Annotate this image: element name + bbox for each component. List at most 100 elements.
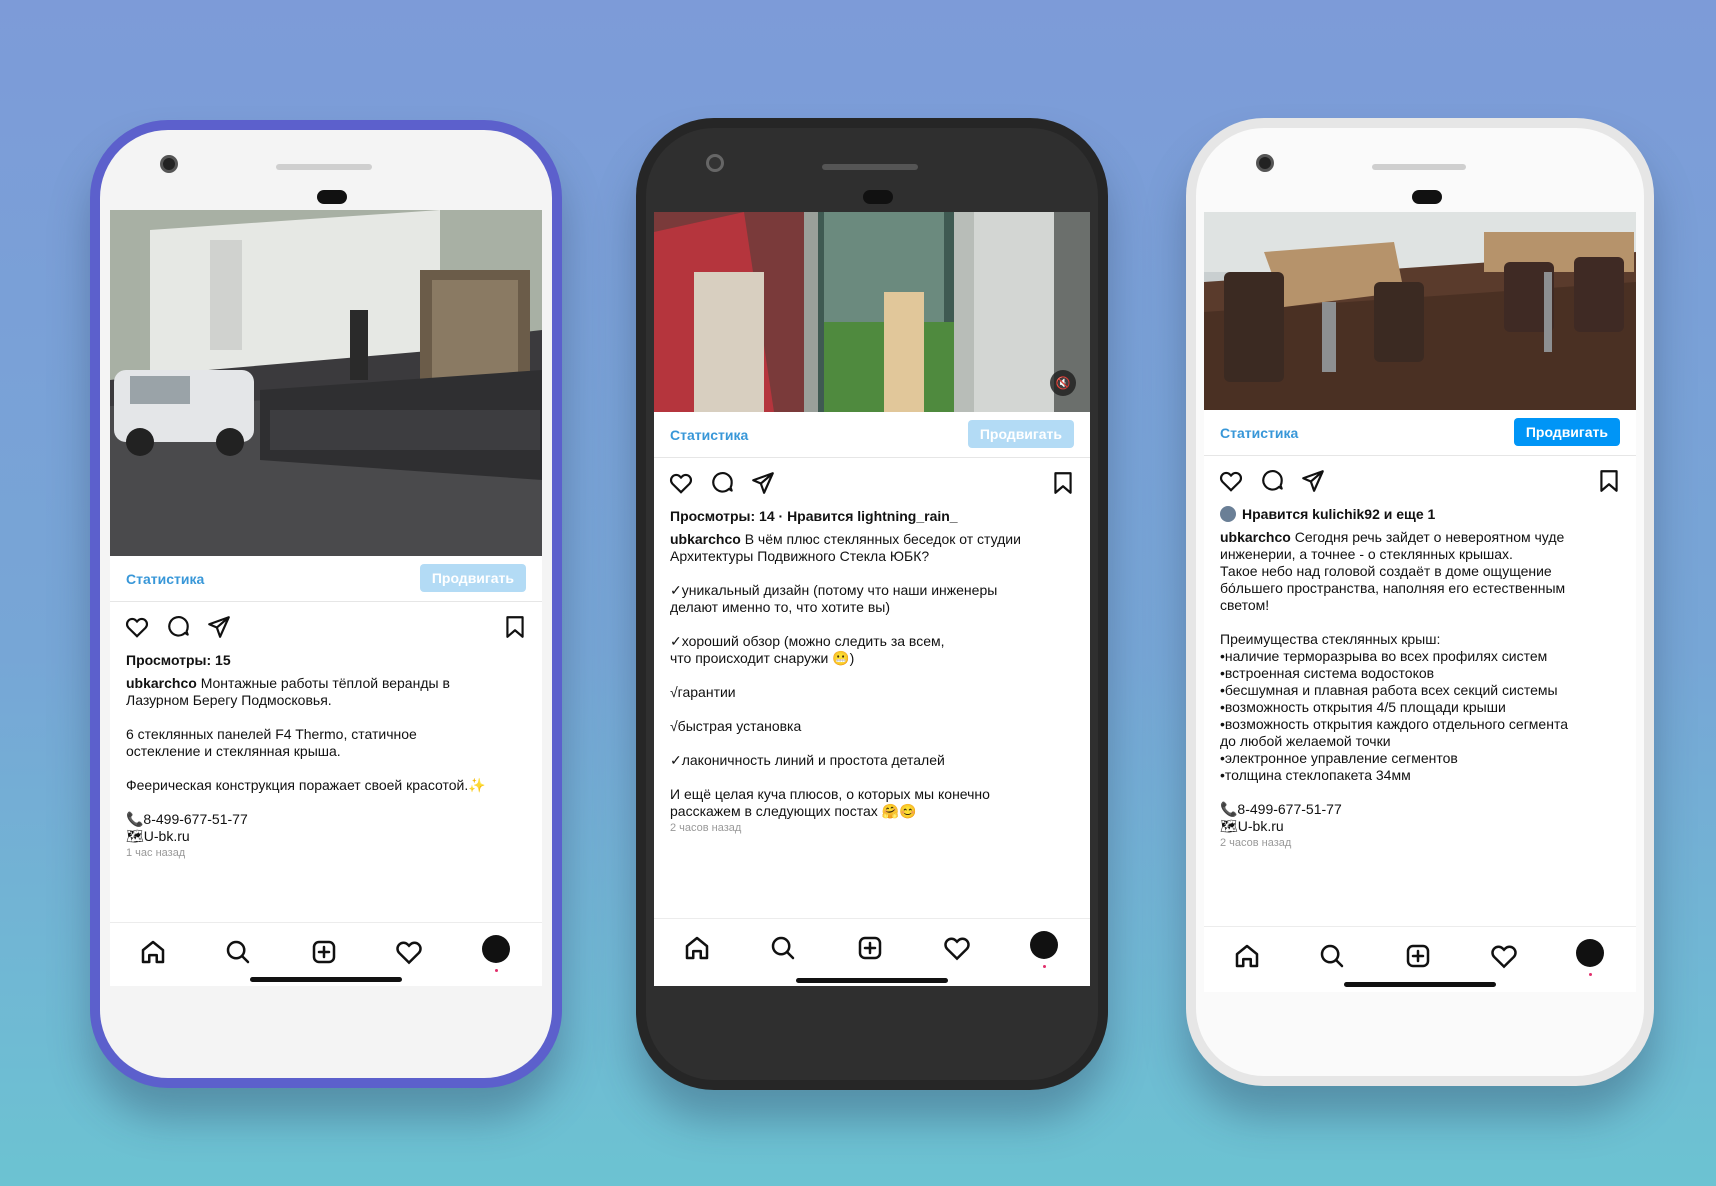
caption-line: Лазурном Берегу Подмосковья. bbox=[126, 692, 332, 708]
post-video[interactable]: 🔇 bbox=[654, 212, 1090, 412]
caption-line: •возможность открытия 4/5 площади крыши bbox=[1220, 699, 1506, 715]
share-icon[interactable] bbox=[206, 614, 232, 640]
stats-row: Статистика Продвигать bbox=[110, 556, 542, 602]
post-photo[interactable] bbox=[1204, 212, 1636, 410]
home-icon[interactable] bbox=[682, 933, 712, 963]
comment-icon[interactable] bbox=[1260, 468, 1286, 494]
likes-row: Нравится kulichik92 и еще 1 bbox=[1220, 506, 1622, 523]
promote-button[interactable]: Продвигать bbox=[1513, 418, 1620, 446]
proximity-sensor bbox=[863, 190, 893, 204]
caption-line: √гарантии bbox=[670, 684, 736, 700]
bottom-tab-bar bbox=[1204, 926, 1636, 986]
caption-line[interactable]: 🗺U-bk.ru bbox=[126, 828, 528, 845]
caption-line: ✓уникальный дизайн (потому что наши инже… bbox=[670, 582, 998, 598]
caption-line bbox=[670, 735, 1076, 752]
bookmark-icon[interactable] bbox=[502, 614, 528, 640]
video-frame-gazebo bbox=[654, 212, 1090, 412]
instagram-screen-3: Статистика Продвигать Нравится kulichik9… bbox=[1204, 212, 1636, 992]
caption-line bbox=[670, 565, 1076, 582]
photo-restaurant-interior bbox=[1204, 212, 1636, 410]
post-caption: Просмотры: 15 ubkarchco Монтажные работы… bbox=[126, 652, 528, 862]
caption-line bbox=[1220, 614, 1622, 631]
caption-line: ✓хороший обзор (можно следить за всем, bbox=[670, 633, 945, 649]
comment-icon[interactable] bbox=[710, 470, 736, 496]
statistics-link[interactable]: Статистика bbox=[670, 427, 748, 443]
caption-line: Архитектуры Подвижного Стекла ЮБК? bbox=[670, 548, 930, 564]
caption-line bbox=[670, 667, 1076, 684]
caption-line: делают именно то, что хотите вы) bbox=[670, 599, 891, 615]
share-icon[interactable] bbox=[750, 470, 776, 496]
caption-line: расскажем в следующих постах 🤗😊 bbox=[670, 803, 917, 819]
instagram-screen-2: 🔇 Статистика Продвигать Просмотры: 14 · … bbox=[654, 212, 1090, 986]
caption-username[interactable]: ubkarchco bbox=[126, 675, 197, 691]
post-caption: Нравится kulichik92 и еще 1 ubkarchco Се… bbox=[1220, 506, 1622, 852]
caption-line: •встроенная система водостоков bbox=[1220, 665, 1435, 681]
caption-line: ✓лаконичность линий и простота деталей bbox=[670, 752, 945, 768]
caption-line: 📞8-499-677-51-77 bbox=[126, 811, 248, 827]
caption-username[interactable]: ubkarchco bbox=[670, 531, 741, 547]
caption-line: Феерическая конструкция поражает своей к… bbox=[126, 777, 486, 793]
profile-avatar[interactable] bbox=[1030, 931, 1058, 968]
heart-icon[interactable] bbox=[124, 614, 150, 640]
home-icon[interactable] bbox=[138, 937, 168, 967]
bookmark-icon[interactable] bbox=[1050, 470, 1076, 496]
promote-button[interactable]: Продвигать bbox=[967, 420, 1074, 448]
home-indicator bbox=[1344, 982, 1496, 987]
front-camera bbox=[160, 155, 178, 173]
post-actions bbox=[1204, 464, 1636, 498]
add-post-icon[interactable] bbox=[1403, 941, 1433, 971]
activity-icon[interactable] bbox=[1489, 941, 1519, 971]
liker-avatar[interactable] bbox=[1220, 506, 1236, 522]
share-icon[interactable] bbox=[1300, 468, 1326, 494]
post-time: 2 часов назад bbox=[670, 822, 742, 834]
caption-username[interactable]: ubkarchco bbox=[1220, 529, 1291, 545]
caption-line: ubkarchco Монтажные работы тёплой веранд… bbox=[126, 675, 450, 691]
home-icon[interactable] bbox=[1232, 941, 1262, 971]
search-icon[interactable] bbox=[768, 933, 798, 963]
activity-icon[interactable] bbox=[942, 933, 972, 963]
caption-line[interactable]: 🗺U-bk.ru bbox=[1220, 818, 1622, 835]
caption-line: ubkarchco Сегодня речь зайдет о невероят… bbox=[1220, 529, 1565, 545]
caption-line bbox=[670, 616, 1076, 633]
proximity-sensor bbox=[1412, 190, 1442, 204]
bookmark-icon[interactable] bbox=[1596, 468, 1622, 494]
front-camera bbox=[706, 154, 724, 172]
post-actions bbox=[110, 610, 542, 644]
caption-line: 📞8-499-677-51-77 bbox=[1220, 801, 1342, 817]
caption-line bbox=[670, 769, 1076, 786]
statistics-link[interactable]: Статистика bbox=[1220, 425, 1298, 441]
add-post-icon[interactable] bbox=[855, 933, 885, 963]
profile-avatar[interactable] bbox=[482, 935, 510, 972]
caption-line bbox=[126, 709, 528, 726]
stats-row: Статистика Продвигать bbox=[1204, 410, 1636, 456]
bottom-tab-bar bbox=[654, 918, 1090, 978]
statistics-link[interactable]: Статистика bbox=[126, 571, 204, 587]
post-time: 1 час назад bbox=[126, 847, 186, 859]
speaker-grille bbox=[1372, 164, 1466, 170]
profile-avatar[interactable] bbox=[1576, 939, 1604, 976]
post-video[interactable] bbox=[110, 210, 542, 556]
proximity-sensor bbox=[317, 190, 347, 204]
views-count: Просмотры: 14 · Нравится lightning_rain_ bbox=[670, 508, 958, 524]
caption-line: •толщина стеклопакета 34мм bbox=[1220, 767, 1411, 783]
likes-text[interactable]: Нравится kulichik92 и еще 1 bbox=[1242, 506, 1435, 522]
speaker-grille bbox=[276, 164, 372, 170]
mute-icon[interactable]: 🔇 bbox=[1050, 370, 1076, 396]
front-camera bbox=[1256, 154, 1274, 172]
heart-icon[interactable] bbox=[1218, 468, 1244, 494]
search-icon[interactable] bbox=[1317, 941, 1347, 971]
caption-line: до любой желаемой точки bbox=[1220, 733, 1391, 749]
activity-icon[interactable] bbox=[394, 937, 424, 967]
caption-line: •наличие терморазрыва во всех профилях с… bbox=[1220, 648, 1548, 664]
home-indicator bbox=[250, 977, 402, 982]
video-frame-installation bbox=[110, 210, 542, 556]
caption-line bbox=[126, 794, 528, 811]
caption-line: ubkarchco В чём плюс стеклянных беседок … bbox=[670, 531, 1021, 547]
heart-icon[interactable] bbox=[668, 470, 694, 496]
search-icon[interactable] bbox=[223, 937, 253, 967]
comment-icon[interactable] bbox=[166, 614, 192, 640]
post-time: 2 часов назад bbox=[1220, 837, 1292, 849]
caption-line: бóльшего пространства, наполняя его есте… bbox=[1220, 580, 1566, 596]
add-post-icon[interactable] bbox=[309, 937, 339, 967]
promote-button[interactable]: Продвигать bbox=[419, 564, 526, 592]
